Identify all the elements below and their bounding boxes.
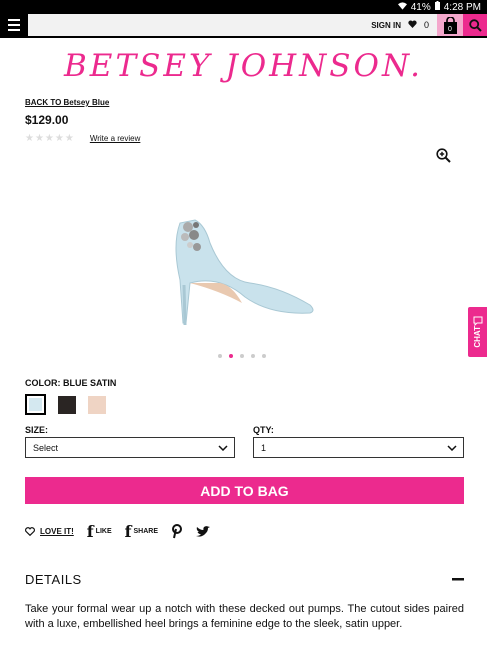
carousel-dot[interactable] [262, 354, 266, 358]
zoom-in-icon [436, 148, 451, 163]
heart-outline-icon [25, 527, 35, 536]
minus-icon [452, 578, 464, 581]
battery-icon [434, 1, 440, 13]
brand-logo[interactable]: BETSEY JOHNSON. [0, 48, 487, 88]
product-description: Take your formal wear up a notch with th… [25, 603, 464, 630]
size-select-value: Select [33, 442, 59, 453]
love-it-button[interactable]: LOVE IT! [25, 527, 74, 536]
social-actions: LOVE IT! f LIKE f SHARE [25, 522, 211, 541]
product-price: $129.00 [25, 113, 69, 127]
chat-label: CHAT [473, 326, 482, 348]
rating-row: ★★★★★ Write a review [25, 133, 140, 144]
wifi-icon [397, 1, 407, 13]
swatch-black[interactable] [58, 395, 76, 414]
search-button[interactable] [463, 14, 487, 36]
chevron-down-icon [447, 444, 457, 451]
menu-button[interactable] [0, 14, 28, 36]
facebook-share-button[interactable]: f SHARE [125, 522, 158, 541]
search-icon [468, 18, 482, 32]
size-select[interactable]: Select [25, 437, 235, 458]
pinterest-button[interactable] [171, 524, 183, 539]
carousel-dot[interactable] [240, 354, 244, 358]
like-label: LIKE [95, 528, 112, 535]
twitter-icon [196, 525, 211, 537]
swatch-fill [29, 398, 42, 411]
back-to-collection-link[interactable]: BACK TO Betsey Blue [25, 98, 109, 107]
chat-tab[interactable]: CHAT [468, 307, 487, 357]
clock: 4:28 PM [443, 1, 481, 13]
zoom-button[interactable] [436, 148, 451, 168]
pinterest-icon [172, 524, 183, 539]
facebook-like-button[interactable]: f LIKE [87, 522, 112, 541]
details-toggle[interactable]: DETAILS [25, 572, 464, 587]
star-rating: ★★★★★ [25, 133, 75, 144]
carousel-dot[interactable] [251, 354, 255, 358]
sign-in-link[interactable]: SIGN IN [371, 21, 401, 30]
carousel-dot-active[interactable] [229, 354, 233, 358]
qty-label: QTY: [253, 425, 274, 435]
account-bar: SIGN IN 0 [28, 14, 437, 36]
heart-icon[interactable] [408, 20, 417, 30]
shopping-bag-button[interactable]: 0 [437, 14, 463, 36]
facebook-icon: f [86, 522, 94, 541]
share-label: SHARE [133, 528, 159, 535]
color-selected-name: BLUE SATIN [63, 378, 117, 388]
write-review-link[interactable]: Write a review [90, 134, 141, 143]
twitter-button[interactable] [196, 525, 211, 538]
status-bar: 41% 4:28 PM [0, 0, 487, 14]
qty-select-value: 1 [261, 442, 267, 453]
facebook-icon: f [124, 522, 132, 541]
swatch-blue-satin[interactable] [25, 394, 46, 415]
color-swatches [25, 394, 106, 415]
add-to-bag-button[interactable]: ADD TO BAG [25, 477, 464, 504]
size-label: SIZE: [25, 425, 49, 435]
top-bar: SIGN IN 0 0 [0, 14, 487, 38]
qty-select[interactable]: 1 [253, 437, 464, 458]
love-it-label: LOVE IT! [40, 527, 74, 536]
details-heading: DETAILS [25, 572, 82, 587]
battery-percent: 41% [410, 1, 431, 13]
swatch-blush[interactable] [88, 395, 106, 414]
chevron-down-icon [218, 444, 228, 451]
color-label: COLOR: BLUE SATIN [25, 378, 116, 388]
carousel-dot[interactable] [218, 354, 222, 358]
carousel-dots [218, 354, 266, 358]
wishlist-count: 0 [423, 20, 429, 30]
color-label-prefix: COLOR: [25, 378, 61, 388]
product-image[interactable] [150, 205, 320, 340]
bag-count: 0 [448, 26, 452, 33]
